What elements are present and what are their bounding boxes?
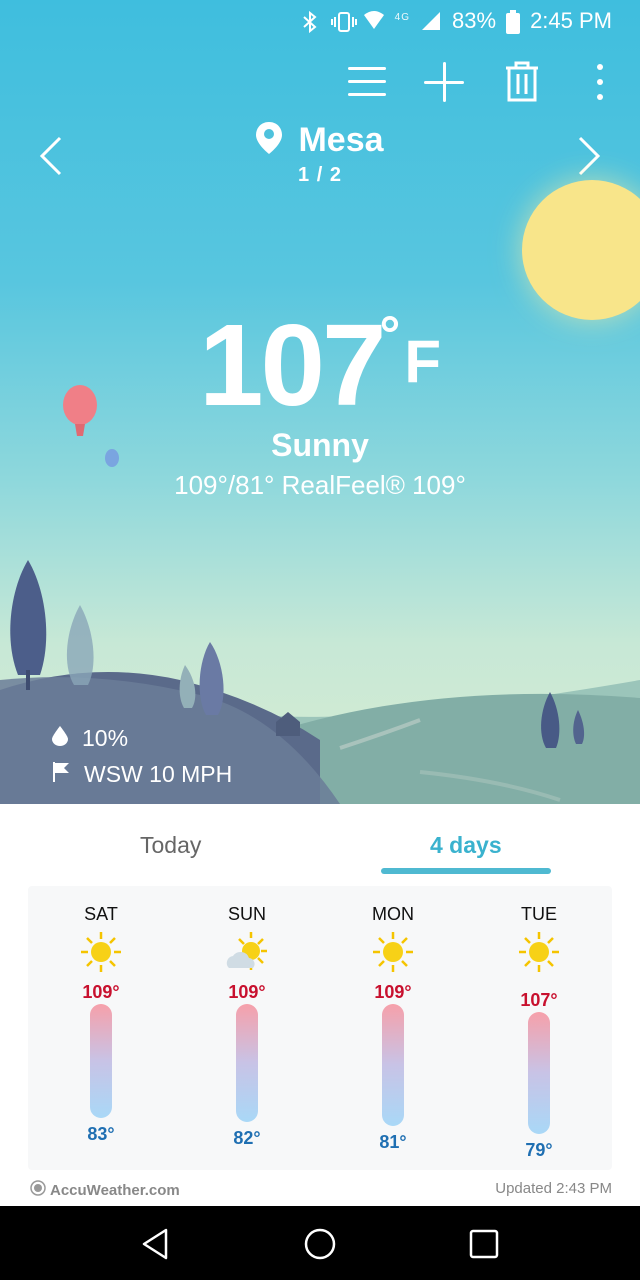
accuweather-link[interactable]: AccuWeather.com <box>30 1180 180 1200</box>
weather-details: 10% WSW 10 MPH <box>52 720 232 792</box>
forecast-footer: AccuWeather.com Updated 2:43 PM <box>30 1178 612 1200</box>
temp-range-bar <box>528 1012 550 1134</box>
tab-today[interactable]: Today <box>140 832 201 859</box>
forecast-tabs: Today 4 days <box>0 804 640 882</box>
hilo-realfeel: 109°/81° RealFeel® 109° <box>174 470 466 500</box>
forecast-day[interactable]: SUN 109° 82° <box>174 886 320 1170</box>
sun-illustration <box>522 180 640 320</box>
day-name: MON <box>372 904 414 924</box>
plus-icon[interactable] <box>418 56 470 108</box>
clock: 2:45 PM <box>530 8 612 33</box>
precipitation-chance: 10% <box>82 724 129 751</box>
network-type: 4G <box>394 11 411 23</box>
recents-icon[interactable] <box>464 1224 504 1264</box>
low-temp: 83° <box>87 1124 115 1144</box>
high-temp: 107° <box>520 990 558 1010</box>
home-icon[interactable] <box>300 1224 340 1264</box>
tab-4-days[interactable]: 4 days <box>430 832 502 859</box>
forecast-panel: SAT 109° 83° SUN 109° 82° MON 109° 81° T… <box>28 886 612 1170</box>
degree-symbol: ° <box>379 306 401 364</box>
temp-range-bar <box>90 1004 112 1118</box>
back-icon[interactable] <box>136 1224 176 1264</box>
day-name: SAT <box>84 904 118 924</box>
low-temp: 79° <box>525 1140 553 1160</box>
more-vert-icon[interactable] <box>574 56 626 108</box>
day-name: SUN <box>227 904 266 924</box>
next-location-icon[interactable] <box>572 134 612 178</box>
status-bar: 4G 83% 2:45 PM <box>0 0 640 44</box>
location-header: Mesa 1 / 2 <box>0 118 640 187</box>
signal-icon <box>420 10 442 32</box>
location-pin-icon <box>256 121 283 159</box>
menu-icon[interactable] <box>340 56 392 108</box>
current-temperature: 107 <box>199 300 387 430</box>
toolbar <box>0 56 640 108</box>
low-temp: 81° <box>379 1132 407 1152</box>
high-temp: 109° <box>82 982 120 1002</box>
temp-range-bar <box>382 1004 404 1126</box>
current-conditions: 107 ° F Sunny 109°/81° RealFeel® 109° <box>0 305 640 501</box>
temp-range-bar <box>236 1004 258 1122</box>
low-temp: 82° <box>233 1128 261 1148</box>
wifi-icon <box>363 10 385 32</box>
previous-location-icon[interactable] <box>38 134 78 178</box>
trash-icon[interactable] <box>496 56 548 108</box>
sun-icon <box>79 930 123 974</box>
raindrop-icon <box>52 725 68 752</box>
high-temp: 109° <box>228 982 266 1002</box>
sun-icon <box>371 930 415 974</box>
vibrate-icon <box>330 10 357 32</box>
brand-name: AccuWeather.com <box>50 1181 180 1199</box>
high-temp: 109° <box>374 982 412 1002</box>
forecast-day[interactable]: MON 109° 81° <box>320 886 466 1170</box>
sun-icon <box>517 930 561 974</box>
accuweather-logo-icon <box>30 1180 46 1200</box>
forecast-day[interactable]: SAT 109° 83° <box>28 886 174 1170</box>
battery-icon <box>506 10 521 34</box>
city-name[interactable]: Mesa <box>298 121 383 160</box>
day-name: TUE <box>521 904 557 924</box>
wind-flag-icon <box>52 761 70 788</box>
wind-speed: WSW 10 MPH <box>84 760 233 787</box>
bluetooth-icon <box>299 10 321 34</box>
sun-cloud-icon <box>225 930 269 974</box>
updated-time: Updated 2:43 PM <box>495 1180 612 1197</box>
system-navigation-bar <box>0 1206 640 1280</box>
tab-selected-indicator <box>381 868 551 874</box>
weather-hero: 4G 83% 2:45 PM Mesa 1 / 2 107 ° F Sunny … <box>0 0 640 804</box>
forecast-day[interactable]: TUE 107° 79° <box>466 886 612 1170</box>
page-indicator: 1 / 2 <box>298 164 342 186</box>
battery-level: 83% <box>452 8 497 33</box>
temperature-unit: F <box>404 328 441 395</box>
condition-text: Sunny <box>271 427 369 463</box>
